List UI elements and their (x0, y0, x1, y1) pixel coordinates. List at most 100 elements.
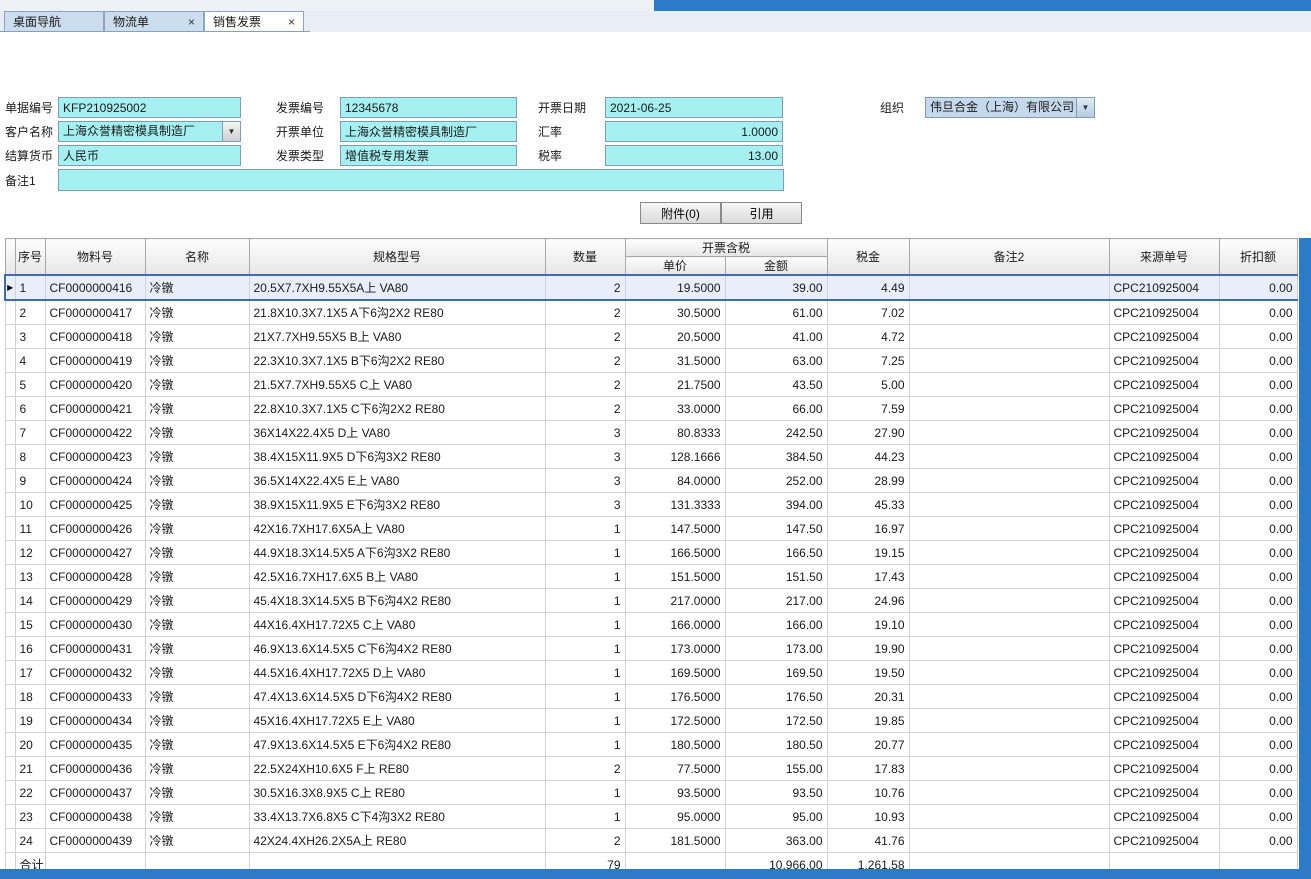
cell-material-no[interactable]: CF0000000422 (45, 421, 145, 445)
cell-unit-price[interactable]: 166.0000 (625, 613, 725, 637)
cell-material-no[interactable]: CF0000000429 (45, 589, 145, 613)
row-indicator[interactable] (5, 469, 15, 493)
cell-material-no[interactable]: CF0000000425 (45, 493, 145, 517)
cell-discount[interactable]: 0.00 (1219, 781, 1297, 805)
cell-qty[interactable]: 3 (545, 445, 625, 469)
cell-spec[interactable]: 47.4X13.6X14.5X5 D下6沟4X2 RE80 (249, 685, 545, 709)
cell-unit-price[interactable]: 217.0000 (625, 589, 725, 613)
table-row[interactable]: 16CF0000000431冷镦46.9X13.6X14.5X5 C下6沟4X2… (5, 637, 1297, 661)
col-header-spec[interactable]: 规格型号 (249, 239, 545, 276)
col-header-source-no[interactable]: 来源单号 (1109, 239, 1219, 276)
cell-note2[interactable] (909, 781, 1109, 805)
cell-note2[interactable] (909, 685, 1109, 709)
cell-material-no[interactable]: CF0000000430 (45, 613, 145, 637)
cell-qty[interactable]: 1 (545, 541, 625, 565)
cell-note2[interactable] (909, 325, 1109, 349)
doc-no-field[interactable] (58, 97, 241, 118)
cell-qty[interactable]: 1 (545, 637, 625, 661)
col-header-amount[interactable]: 金额 (725, 257, 827, 276)
row-indicator[interactable] (5, 733, 15, 757)
cell-spec[interactable]: 38.4X15X11.9X5 D下6沟3X2 RE80 (249, 445, 545, 469)
cell-spec[interactable]: 36.5X14X22.4X5 E上 VA80 (249, 469, 545, 493)
cell-seq[interactable]: 17 (15, 661, 45, 685)
cell-material-no[interactable]: CF0000000428 (45, 565, 145, 589)
cell-note2[interactable] (909, 541, 1109, 565)
cell-seq[interactable]: 15 (15, 613, 45, 637)
cell-seq[interactable]: 24 (15, 829, 45, 853)
cell-amount[interactable]: 166.00 (725, 613, 827, 637)
cell-qty[interactable]: 2 (545, 373, 625, 397)
cell-material-no[interactable]: CF0000000439 (45, 829, 145, 853)
cell-note2[interactable] (909, 469, 1109, 493)
cell-note2[interactable] (909, 661, 1109, 685)
cell-source-no[interactable]: CPC210925004 (1109, 661, 1219, 685)
cell-note2[interactable] (909, 300, 1109, 325)
cell-tax[interactable]: 7.02 (827, 300, 909, 325)
row-indicator[interactable] (5, 421, 15, 445)
cell-name[interactable]: 冷镦 (145, 275, 249, 300)
cell-source-no[interactable]: CPC210925004 (1109, 637, 1219, 661)
row-indicator[interactable] (5, 300, 15, 325)
col-header-tax-inclusive-group[interactable]: 开票含税 (625, 239, 827, 257)
cell-material-no[interactable]: CF0000000436 (45, 757, 145, 781)
customer-combo[interactable]: 上海众誉精密模具制造厂 ▼ (58, 121, 241, 142)
cell-tax[interactable]: 10.93 (827, 805, 909, 829)
cell-amount[interactable]: 43.50 (725, 373, 827, 397)
cell-source-no[interactable]: CPC210925004 (1109, 349, 1219, 373)
cell-seq[interactable]: 12 (15, 541, 45, 565)
cell-spec[interactable]: 46.9X13.6X14.5X5 C下6沟4X2 RE80 (249, 637, 545, 661)
cell-spec[interactable]: 22.3X10.3X7.1X5 B下6沟2X2 RE80 (249, 349, 545, 373)
table-row[interactable]: 12CF0000000427冷镦44.9X18.3X14.5X5 A下6沟3X2… (5, 541, 1297, 565)
cell-amount[interactable]: 172.50 (725, 709, 827, 733)
row-indicator[interactable] (5, 397, 15, 421)
table-row[interactable]: 23CF0000000438冷镦33.4X13.7X6.8X5 C下4沟3X2 … (5, 805, 1297, 829)
cell-source-no[interactable]: CPC210925004 (1109, 685, 1219, 709)
cell-discount[interactable]: 0.00 (1219, 349, 1297, 373)
cell-unit-price[interactable]: 93.5000 (625, 781, 725, 805)
cell-seq[interactable]: 23 (15, 805, 45, 829)
table-row[interactable]: 24CF0000000439冷镦42X24.4XH26.2X5A上 RE8021… (5, 829, 1297, 853)
cell-spec[interactable]: 44X16.4XH17.72X5 C上 VA80 (249, 613, 545, 637)
invoice-date-field[interactable] (605, 97, 783, 118)
row-indicator[interactable] (5, 613, 15, 637)
col-header-seq[interactable]: 序号 (15, 239, 45, 276)
cell-qty[interactable]: 2 (545, 397, 625, 421)
cell-unit-price[interactable]: 173.0000 (625, 637, 725, 661)
table-row[interactable]: 21CF0000000436冷镦22.5X24XH10.6X5 F上 RE802… (5, 757, 1297, 781)
row-indicator[interactable]: ▶ (5, 275, 15, 300)
cell-seq[interactable]: 13 (15, 565, 45, 589)
org-combo[interactable]: 伟旦合金（上海）有限公司 ▼ (925, 97, 1095, 118)
cell-spec[interactable]: 21X7.7XH9.55X5 B上 VA80 (249, 325, 545, 349)
cell-name[interactable]: 冷镦 (145, 373, 249, 397)
cell-seq[interactable]: 4 (15, 349, 45, 373)
cell-unit-price[interactable]: 131.3333 (625, 493, 725, 517)
cell-qty[interactable]: 1 (545, 589, 625, 613)
cell-discount[interactable]: 0.00 (1219, 637, 1297, 661)
table-row[interactable]: 20CF0000000435冷镦47.9X13.6X14.5X5 E下6沟4X2… (5, 733, 1297, 757)
cell-discount[interactable]: 0.00 (1219, 661, 1297, 685)
cell-source-no[interactable]: CPC210925004 (1109, 300, 1219, 325)
note1-field[interactable] (58, 169, 784, 191)
cell-unit-price[interactable]: 169.5000 (625, 661, 725, 685)
cell-source-no[interactable]: CPC210925004 (1109, 325, 1219, 349)
cell-tax[interactable]: 19.10 (827, 613, 909, 637)
cell-tax[interactable]: 20.77 (827, 733, 909, 757)
cell-discount[interactable]: 0.00 (1219, 757, 1297, 781)
attachment-button[interactable]: 附件(0) (640, 202, 721, 224)
cell-tax[interactable]: 45.33 (827, 493, 909, 517)
cell-unit-price[interactable]: 151.5000 (625, 565, 725, 589)
cell-material-no[interactable]: CF0000000420 (45, 373, 145, 397)
cell-material-no[interactable]: CF0000000433 (45, 685, 145, 709)
close-icon[interactable]: × (282, 16, 295, 28)
table-row[interactable]: 11CF0000000426冷镦42X16.7XH17.6X5A上 VA8011… (5, 517, 1297, 541)
cell-spec[interactable]: 44.5X16.4XH17.72X5 D上 VA80 (249, 661, 545, 685)
row-indicator[interactable] (5, 445, 15, 469)
cell-spec[interactable]: 22.5X24XH10.6X5 F上 RE80 (249, 757, 545, 781)
table-row[interactable]: 4CF0000000419冷镦22.3X10.3X7.1X5 B下6沟2X2 R… (5, 349, 1297, 373)
cell-discount[interactable]: 0.00 (1219, 517, 1297, 541)
cell-tax[interactable]: 19.85 (827, 709, 909, 733)
cell-source-no[interactable]: CPC210925004 (1109, 757, 1219, 781)
cell-seq[interactable]: 7 (15, 421, 45, 445)
cell-amount[interactable]: 180.50 (725, 733, 827, 757)
cell-tax[interactable]: 24.96 (827, 589, 909, 613)
